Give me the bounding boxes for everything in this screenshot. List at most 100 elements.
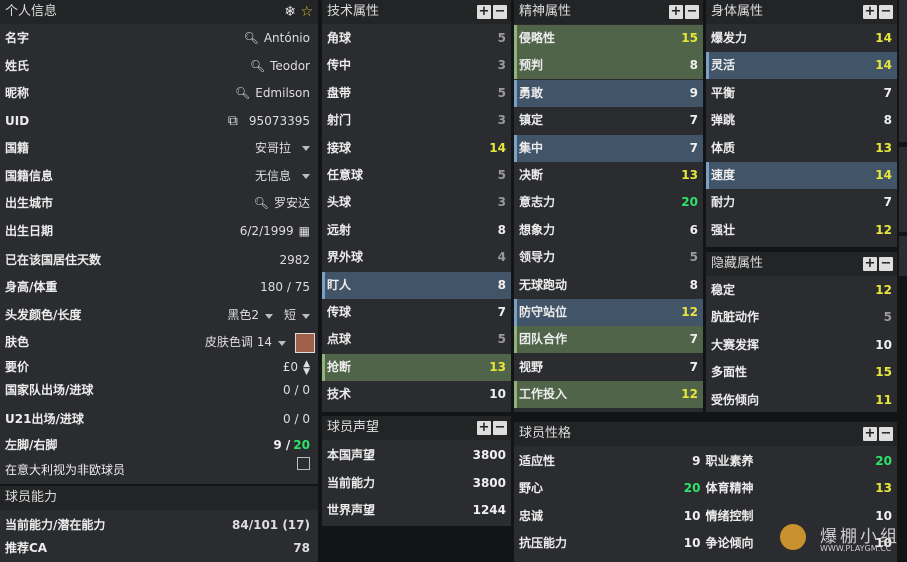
left-foot-value[interactable]: 9 / [273, 432, 290, 459]
technical-attribute-row[interactable]: 任意球 5 [322, 162, 511, 189]
non-eu-italy-label: 在意大利视为非欧球员 [5, 463, 126, 477]
mental-attribute-row[interactable]: 集中 7 [514, 134, 703, 162]
mental-attribute-row[interactable]: 勇敢 9 [514, 79, 703, 107]
hidden-attribute-row[interactable]: 受伤倾向 11 [706, 387, 897, 412]
physical-attribute-row[interactable]: 灵活 14 [706, 52, 897, 80]
mental-attribute-row[interactable]: 工作投入 12 [514, 381, 703, 409]
national-caps-value[interactable]: 0 / 0 [283, 377, 310, 404]
right-foot-value[interactable]: 20 [293, 432, 310, 459]
hair-color-select[interactable]: 黑色2 [227, 302, 273, 329]
snowflake-icon[interactable]: ❄ [284, 0, 296, 24]
collapse-button[interactable]: − [879, 427, 893, 441]
height-weight-value[interactable]: 180 / 75 [260, 274, 310, 301]
personality-row[interactable]: 野心 20 [514, 475, 706, 502]
first-name-value[interactable]: António [264, 25, 310, 52]
reputation-row[interactable]: 当前能力 3800 [322, 470, 511, 497]
star-icon[interactable]: ☆ [300, 0, 313, 24]
copy-icon[interactable]: ⧉ [228, 108, 238, 135]
birth-city-value[interactable]: 罗安达 [274, 190, 310, 217]
home-reputation-value: 3800 [472, 448, 506, 462]
mental-header: 精神属性 + − [514, 0, 703, 24]
recommended-ca-value[interactable]: 78 [293, 535, 310, 562]
stepper-arrows-icon[interactable]: ▲ ▼ [303, 359, 310, 376]
technical-attribute-row[interactable]: 盘带 5 [322, 80, 511, 107]
hidden-attribute-row[interactable]: 肮脏动作 5 [706, 304, 897, 331]
expand-button[interactable]: + [863, 257, 877, 271]
technical-attribute-row[interactable]: 传球 7 [322, 299, 511, 326]
physical-attribute-row[interactable]: 强壮 12 [706, 217, 897, 244]
technical-attribute-row[interactable]: 角球 5 [322, 25, 511, 52]
technical-attribute-row[interactable]: 射门 3 [322, 107, 511, 134]
technical-attribute-row[interactable]: 传中 3 [322, 52, 511, 79]
search-icon[interactable]: 🔍︎ [244, 25, 259, 52]
technical-attribute-row[interactable]: 头球 3 [322, 189, 511, 216]
attribute-value: 4 [497, 250, 506, 265]
mental-attribute-row[interactable]: 防守站位 12 [514, 299, 703, 326]
mental-attribute-row[interactable]: 想象力 6 [514, 217, 703, 244]
personality-value: 10 [683, 508, 701, 523]
technical-attribute-row[interactable]: 技术 10 [322, 381, 511, 408]
skin-color-swatch[interactable] [295, 332, 315, 353]
mental-attribute-row[interactable]: 决断 13 [514, 162, 703, 189]
search-icon[interactable]: 🔍︎ [254, 190, 269, 217]
search-icon[interactable]: 🔍︎ [250, 53, 265, 80]
technical-attribute-row[interactable]: 抢断 13 [322, 353, 511, 381]
reputation-row[interactable]: 本国声望 3800 [322, 442, 511, 469]
physical-attribute-row[interactable]: 爆发力 14 [706, 25, 897, 52]
expand-button[interactable]: + [477, 5, 491, 19]
mental-attribute-row[interactable]: 预判 8 [514, 52, 703, 80]
attribute-value: 10 [489, 387, 506, 402]
expand-button[interactable]: + [863, 427, 877, 441]
birth-date-picker[interactable]: 6/2/1999 ▦ [240, 218, 310, 245]
physical-attribute-row[interactable]: 弹跳 8 [706, 107, 897, 134]
personality-label: 适应性 [519, 454, 556, 468]
collapse-button[interactable]: − [685, 5, 699, 19]
physical-attribute-row[interactable]: 耐力 7 [706, 189, 897, 216]
mental-attribute-row[interactable]: 意志力 20 [514, 189, 703, 216]
mental-attribute-row[interactable]: 侵略性 15 [514, 25, 703, 52]
nickname-value[interactable]: Edmilson [255, 80, 310, 107]
hidden-attribute-row[interactable]: 多面性 15 [706, 359, 897, 386]
mental-attribute-row[interactable]: 领导力 5 [514, 244, 703, 271]
attribute-value: 10 [875, 337, 892, 352]
u21-caps-value[interactable]: 0 / 0 [283, 406, 310, 433]
mental-attribute-row[interactable]: 视野 7 [514, 354, 703, 381]
technical-attribute-row[interactable]: 盯人 8 [322, 271, 511, 299]
expand-button[interactable]: + [863, 5, 877, 19]
technical-attribute-row[interactable]: 点球 5 [322, 326, 511, 353]
reputation-row[interactable]: 世界声望 1244 [322, 497, 511, 524]
non-eu-italy-checkbox[interactable] [297, 457, 310, 470]
hair-length-select[interactable]: 短 [284, 302, 310, 329]
nationality-select[interactable]: 安哥拉 [255, 135, 310, 162]
skin-tone-select[interactable]: 皮肤色调 14 [205, 329, 286, 356]
last-name-value[interactable]: Teodor [270, 53, 310, 80]
physical-attribute-row[interactable]: 速度 14 [706, 162, 897, 189]
mental-attribute-row[interactable]: 无球跑动 8 [514, 272, 703, 299]
physical-attribute-row[interactable]: 平衡 7 [706, 80, 897, 107]
collapse-button[interactable]: − [493, 421, 507, 435]
calendar-icon[interactable]: ▦ [299, 218, 310, 245]
personality-row[interactable]: 体育精神 13 [706, 475, 898, 502]
collapse-button[interactable]: − [879, 5, 893, 19]
nationality-info-select[interactable]: 无信息 [255, 163, 310, 190]
days-in-nation-value[interactable]: 2982 [279, 247, 310, 274]
mental-attribute-row[interactable]: 镇定 7 [514, 107, 703, 134]
physical-attribute-row[interactable]: 体质 13 [706, 135, 897, 162]
personality-row[interactable]: 适应性 9 [514, 448, 706, 475]
expand-button[interactable]: + [669, 5, 683, 19]
personality-row[interactable]: 忠诚 10 [514, 503, 706, 530]
attribute-label: 领导力 [519, 250, 556, 265]
mental-attribute-row[interactable]: 团队合作 7 [514, 326, 703, 354]
personality-row[interactable]: 职业素养 20 [706, 448, 898, 475]
collapse-button[interactable]: − [493, 5, 507, 19]
personality-row[interactable]: 抗压能力 10 [514, 530, 706, 557]
technical-attribute-row[interactable]: 接球 14 [322, 135, 511, 162]
collapse-button[interactable]: − [879, 257, 893, 271]
technical-attribute-row[interactable]: 远射 8 [322, 217, 511, 244]
chevron-down-icon [278, 341, 286, 346]
hidden-attribute-row[interactable]: 大赛发挥 10 [706, 332, 897, 359]
technical-attribute-row[interactable]: 界外球 4 [322, 244, 511, 271]
hidden-attribute-row[interactable]: 稳定 12 [706, 277, 897, 304]
expand-button[interactable]: + [477, 421, 491, 435]
search-icon[interactable]: 🔍︎ [235, 80, 250, 107]
